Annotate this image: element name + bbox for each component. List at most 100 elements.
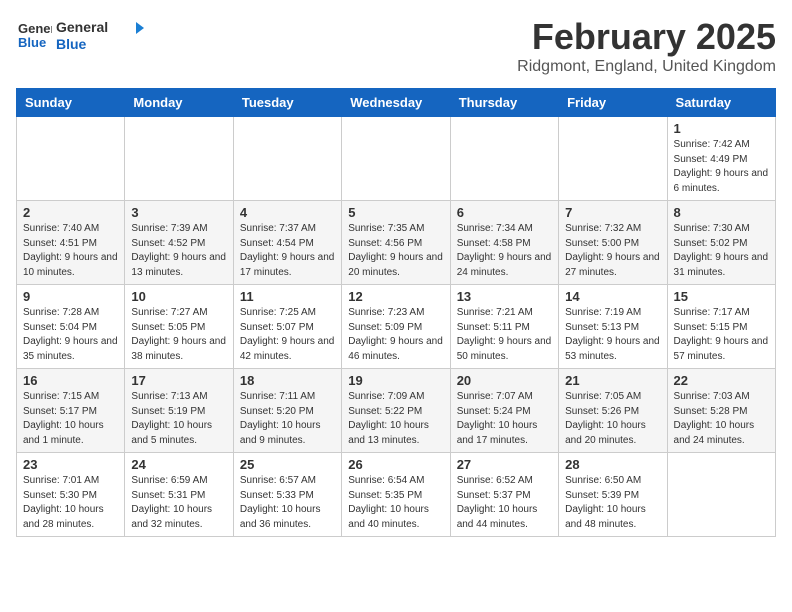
day-number: 10 xyxy=(131,289,226,304)
svg-text:Blue: Blue xyxy=(56,36,87,52)
weekday-header-sunday: Sunday xyxy=(17,89,125,117)
calendar-cell xyxy=(342,117,450,201)
calendar-cell: 9 Sunrise: 7:28 AM Sunset: 5:04 PM Daylig… xyxy=(17,285,125,369)
day-info: Sunrise: 7:15 AM Sunset: 5:17 PM Dayligh… xyxy=(23,390,118,448)
day-info: Sunrise: 7:03 AM Sunset: 5:28 PM Dayligh… xyxy=(674,390,769,448)
day-number: 19 xyxy=(348,373,443,388)
calendar-cell: 17 Sunrise: 7:13 AM Sunset: 5:19 PM Dayli… xyxy=(125,369,233,453)
calendar-cell: 6Sunrise: 7:34 AM Sunset: 4:58 PM Daylig… xyxy=(450,201,558,285)
day-number: 13 xyxy=(457,289,552,304)
day-number: 23 xyxy=(23,457,118,472)
day-info: Sunrise: 7:37 AM Sunset: 4:54 PM Dayligh… xyxy=(240,222,335,280)
day-number: 4 xyxy=(240,205,335,220)
day-number: 2 xyxy=(23,205,118,220)
day-info: Sunrise: 7:30 AM Sunset: 5:02 PM Dayligh… xyxy=(674,222,769,280)
calendar-cell: 8Sunrise: 7:30 AM Sunset: 5:02 PM Daylig… xyxy=(667,201,775,285)
day-number: 20 xyxy=(457,373,552,388)
day-number: 9 xyxy=(23,289,118,304)
day-info: Sunrise: 7:21 AM Sunset: 5:11 PM Dayligh… xyxy=(457,306,552,364)
weekday-header-tuesday: Tuesday xyxy=(233,89,341,117)
day-number: 16 xyxy=(23,373,118,388)
day-info: Sunrise: 7:40 AM Sunset: 4:51 PM Dayligh… xyxy=(23,222,118,280)
calendar-cell: 23Sunrise: 7:01 AM Sunset: 5:30 PM Dayli… xyxy=(17,453,125,537)
day-info: Sunrise: 7:28 AM Sunset: 5:04 PM Dayligh… xyxy=(23,306,118,364)
logo: General Blue General Blue xyxy=(16,16,146,54)
calendar-cell: 19 Sunrise: 7:09 AM Sunset: 5:22 PM Dayli… xyxy=(342,369,450,453)
weekday-header-monday: Monday xyxy=(125,89,233,117)
calendar-cell: 15 Sunrise: 7:17 AM Sunset: 5:15 PM Dayli… xyxy=(667,285,775,369)
calendar-title: February 2025 xyxy=(517,16,776,58)
calendar-cell: 4 Sunrise: 7:37 AM Sunset: 4:54 PM Daylig… xyxy=(233,201,341,285)
svg-text:General: General xyxy=(18,21,52,36)
day-number: 18 xyxy=(240,373,335,388)
day-info: Sunrise: 7:27 AM Sunset: 5:05 PM Dayligh… xyxy=(131,306,226,364)
day-info: Sunrise: 7:32 AM Sunset: 5:00 PM Dayligh… xyxy=(565,222,660,280)
weekday-header-row: SundayMondayTuesdayWednesdayThursdayFrid… xyxy=(17,89,776,117)
day-info: Sunrise: 7:13 AM Sunset: 5:19 PM Dayligh… xyxy=(131,390,226,448)
day-info: Sunrise: 7:09 AM Sunset: 5:22 PM Dayligh… xyxy=(348,390,443,448)
calendar-cell: 3Sunrise: 7:39 AM Sunset: 4:52 PM Daylig… xyxy=(125,201,233,285)
day-number: 22 xyxy=(674,373,769,388)
weekday-header-friday: Friday xyxy=(559,89,667,117)
calendar-cell: 12Sunrise: 7:23 AM Sunset: 5:09 PM Dayli… xyxy=(342,285,450,369)
calendar-cell xyxy=(667,453,775,537)
calendar-cell: 28Sunrise: 6:50 AM Sunset: 5:39 PM Dayli… xyxy=(559,453,667,537)
title-area: February 2025 Ridgmont, England, United … xyxy=(517,16,776,76)
calendar-subtitle: Ridgmont, England, United Kingdom xyxy=(517,58,776,76)
day-number: 15 xyxy=(674,289,769,304)
calendar-cell: 2 Sunrise: 7:40 AM Sunset: 4:51 PM Daylig… xyxy=(17,201,125,285)
calendar-cell: 24 Sunrise: 6:59 AM Sunset: 5:31 PM Dayli… xyxy=(125,453,233,537)
calendar-cell: 22 Sunrise: 7:03 AM Sunset: 5:28 PM Dayli… xyxy=(667,369,775,453)
day-info: Sunrise: 7:11 AM Sunset: 5:20 PM Dayligh… xyxy=(240,390,335,448)
day-info: Sunrise: 7:05 AM Sunset: 5:26 PM Dayligh… xyxy=(565,390,660,448)
day-number: 1 xyxy=(674,121,769,136)
day-number: 7 xyxy=(565,205,660,220)
logo-icon: General Blue xyxy=(16,17,52,53)
calendar-cell xyxy=(17,117,125,201)
calendar-cell: 25 Sunrise: 6:57 AM Sunset: 5:33 PM Dayli… xyxy=(233,453,341,537)
calendar-cell: 27Sunrise: 6:52 AM Sunset: 5:37 PM Dayli… xyxy=(450,453,558,537)
day-number: 27 xyxy=(457,457,552,472)
calendar-cell xyxy=(559,117,667,201)
day-number: 24 xyxy=(131,457,226,472)
calendar-cell: 7 Sunrise: 7:32 AM Sunset: 5:00 PM Daylig… xyxy=(559,201,667,285)
calendar-cell: 11 Sunrise: 7:25 AM Sunset: 5:07 PM Dayli… xyxy=(233,285,341,369)
day-info: Sunrise: 7:07 AM Sunset: 5:24 PM Dayligh… xyxy=(457,390,552,448)
calendar-cell: 14Sunrise: 7:19 AM Sunset: 5:13 PM Dayli… xyxy=(559,285,667,369)
calendar-cell: 1 Sunrise: 7:42 AM Sunset: 4:49 PM Daylig… xyxy=(667,117,775,201)
weekday-header-thursday: Thursday xyxy=(450,89,558,117)
calendar-cell: 20 Sunrise: 7:07 AM Sunset: 5:24 PM Dayli… xyxy=(450,369,558,453)
calendar-week-row: 23Sunrise: 7:01 AM Sunset: 5:30 PM Dayli… xyxy=(17,453,776,537)
calendar-week-row: 16 Sunrise: 7:15 AM Sunset: 5:17 PM Dayli… xyxy=(17,369,776,453)
day-number: 26 xyxy=(348,457,443,472)
calendar-week-row: 1 Sunrise: 7:42 AM Sunset: 4:49 PM Daylig… xyxy=(17,117,776,201)
day-info: Sunrise: 7:42 AM Sunset: 4:49 PM Dayligh… xyxy=(674,138,769,196)
day-info: Sunrise: 7:25 AM Sunset: 5:07 PM Dayligh… xyxy=(240,306,335,364)
calendar-week-row: 9 Sunrise: 7:28 AM Sunset: 5:04 PM Daylig… xyxy=(17,285,776,369)
day-info: Sunrise: 7:19 AM Sunset: 5:13 PM Dayligh… xyxy=(565,306,660,364)
calendar-cell: 5 Sunrise: 7:35 AM Sunset: 4:56 PM Daylig… xyxy=(342,201,450,285)
svg-text:Blue: Blue xyxy=(18,35,46,50)
day-number: 12 xyxy=(348,289,443,304)
logo-text: General Blue xyxy=(56,16,146,54)
svg-text:General: General xyxy=(56,19,108,35)
day-info: Sunrise: 6:54 AM Sunset: 5:35 PM Dayligh… xyxy=(348,474,443,532)
day-number: 25 xyxy=(240,457,335,472)
calendar-cell: 26 Sunrise: 6:54 AM Sunset: 5:35 PM Dayli… xyxy=(342,453,450,537)
day-info: Sunrise: 6:59 AM Sunset: 5:31 PM Dayligh… xyxy=(131,474,226,532)
day-info: Sunrise: 6:57 AM Sunset: 5:33 PM Dayligh… xyxy=(240,474,335,532)
calendar-cell xyxy=(233,117,341,201)
calendar-cell: 10 Sunrise: 7:27 AM Sunset: 5:05 PM Dayli… xyxy=(125,285,233,369)
calendar-cell xyxy=(450,117,558,201)
day-info: Sunrise: 7:17 AM Sunset: 5:15 PM Dayligh… xyxy=(674,306,769,364)
day-info: Sunrise: 7:34 AM Sunset: 4:58 PM Dayligh… xyxy=(457,222,552,280)
day-number: 11 xyxy=(240,289,335,304)
calendar-cell: 18 Sunrise: 7:11 AM Sunset: 5:20 PM Dayli… xyxy=(233,369,341,453)
day-info: Sunrise: 7:35 AM Sunset: 4:56 PM Dayligh… xyxy=(348,222,443,280)
day-number: 5 xyxy=(348,205,443,220)
day-info: Sunrise: 6:50 AM Sunset: 5:39 PM Dayligh… xyxy=(565,474,660,532)
weekday-header-wednesday: Wednesday xyxy=(342,89,450,117)
day-number: 17 xyxy=(131,373,226,388)
header: General Blue General Blue February 2025 … xyxy=(16,16,776,76)
day-number: 21 xyxy=(565,373,660,388)
